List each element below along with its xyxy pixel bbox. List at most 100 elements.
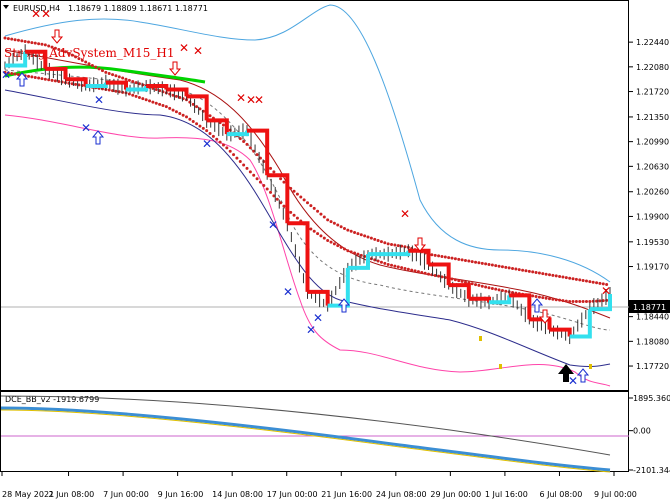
outer-band-dot xyxy=(10,37,14,41)
inner-band-dot xyxy=(554,298,558,302)
outer-band-dot xyxy=(3,36,7,40)
inner-band-dot xyxy=(423,271,427,275)
inner-band-dot xyxy=(329,240,333,244)
time-tick-label: 24 Jun 08:00 xyxy=(376,490,427,499)
buy-x-marker: ✕ xyxy=(268,218,278,232)
outer-band-dot xyxy=(124,77,128,81)
time-tick-label: 29 Jun 00:00 xyxy=(430,490,481,499)
inner-band-dot xyxy=(450,277,454,281)
inner-band-dot xyxy=(53,79,57,83)
inner-band-dot xyxy=(43,77,47,81)
inner-band-dot xyxy=(339,245,343,249)
current-price-label: 1.18771 xyxy=(633,303,666,312)
inner-band-dot xyxy=(171,108,175,112)
outer-band-dot xyxy=(507,266,511,270)
inner-band-dot xyxy=(571,300,575,304)
outer-band-dot xyxy=(591,280,595,284)
outer-band-dot xyxy=(97,67,101,71)
outer-band-dot xyxy=(447,256,451,260)
inner-band-dot xyxy=(252,173,256,177)
inner-band-dot xyxy=(558,298,562,302)
outer-band-dot xyxy=(84,60,88,64)
outer-band-dot xyxy=(460,258,464,262)
inner-band-dot xyxy=(322,236,326,240)
outer-band-dot xyxy=(595,281,599,285)
price-tick-label: 1.18080 xyxy=(636,337,669,346)
outer-band-dot xyxy=(121,76,125,80)
inner-band-dot xyxy=(33,75,37,79)
inner-band-dot xyxy=(480,284,484,288)
sell-x-marker: ✕ xyxy=(400,207,410,221)
outer-band-dot xyxy=(564,276,568,280)
outer-band-dot xyxy=(480,261,484,265)
outer-band-dot xyxy=(541,272,545,276)
outer-band-dot xyxy=(306,201,309,205)
outer-band-dot xyxy=(450,256,454,260)
outer-band-dot xyxy=(309,204,313,208)
inner-band-dot xyxy=(490,286,494,290)
inner-band-dot xyxy=(474,283,478,287)
sell-x-marker: ✕ xyxy=(179,41,189,55)
buy-x-marker: ✕ xyxy=(1,68,11,82)
time-tick-label: 2 Jun 08:00 xyxy=(49,490,95,499)
outer-band-dot xyxy=(47,44,51,48)
inner-band-dot xyxy=(198,124,202,128)
chart-window[interactable]: EURUSD,H4 1.18679 1.18809 1.18671 1.1877… xyxy=(0,0,670,502)
outer-band-dot xyxy=(430,253,434,257)
inner-band-dot xyxy=(551,297,555,301)
outer-band-dot xyxy=(272,170,276,174)
inner-band-dot xyxy=(114,89,118,93)
inner-band-dot xyxy=(107,88,111,92)
outer-band-dot xyxy=(433,253,437,257)
sell-x-marker: ✕ xyxy=(31,7,41,21)
inner-band-dot xyxy=(195,122,199,126)
inner-band-dot xyxy=(504,289,508,293)
price-axis[interactable]: 1.22440 1.22080 1.21720 1.21350 1.20990 1.206… xyxy=(629,38,669,371)
sell-x-marker: ✕ xyxy=(41,7,51,21)
outer-band-dot xyxy=(554,274,558,278)
price-tick-label: 1.21720 xyxy=(636,88,669,97)
inner-band-dot xyxy=(319,234,323,238)
inner-band-dot xyxy=(131,93,135,97)
inner-band-dot xyxy=(416,270,420,274)
inner-band-dot xyxy=(144,98,148,102)
inner-band-dot xyxy=(581,300,585,304)
sell-x-marker: ✕ xyxy=(193,44,203,58)
inner-band-dot xyxy=(396,265,400,269)
inner-band-dot xyxy=(460,279,464,283)
outer-band-dot xyxy=(80,58,84,62)
inner-band-dot xyxy=(258,180,262,184)
sub-value-axis[interactable]: 1895.3606 0.00 -2101.3446 xyxy=(629,394,670,475)
outer-band-dot xyxy=(568,276,572,280)
outer-band-dot xyxy=(100,69,104,73)
outer-band-dot xyxy=(50,45,54,49)
inner-band-dot xyxy=(413,269,417,273)
outer-band-dot xyxy=(527,269,531,273)
inner-band-dot xyxy=(312,229,316,233)
inner-band-dot xyxy=(164,105,168,109)
time-tick-label: 7 Jun 00:00 xyxy=(103,490,149,499)
outer-band-dot xyxy=(363,234,367,238)
outer-band-dot xyxy=(221,123,225,127)
price-tick-label: 1.19530 xyxy=(636,238,669,247)
outer-band-dot xyxy=(353,230,357,234)
outer-band-dot xyxy=(534,270,538,274)
outer-band-dot xyxy=(77,57,81,61)
outer-band-dot xyxy=(94,65,98,69)
inner-band-dot xyxy=(410,268,414,272)
inner-band-dot xyxy=(178,112,182,116)
inner-band-dot xyxy=(346,249,350,253)
outer-band-dot xyxy=(134,81,138,85)
inner-band-dot xyxy=(245,166,249,170)
outer-band-dot xyxy=(356,232,360,236)
inner-band-dot xyxy=(534,295,538,299)
inner-band-dot xyxy=(295,216,299,220)
outer-band-dot xyxy=(369,236,373,240)
inner-band-dot xyxy=(544,296,548,300)
outer-band-dot xyxy=(37,42,41,46)
outer-band-dot xyxy=(242,140,246,144)
time-tick-label: 9 Jun 16:00 xyxy=(158,490,204,499)
outer-band-dot xyxy=(490,263,494,267)
inner-band-dot xyxy=(574,300,578,304)
time-axis[interactable]: 28 May 20212 Jun 08:00 7 Jun 00:00 9 Jun 1… xyxy=(1,472,637,499)
